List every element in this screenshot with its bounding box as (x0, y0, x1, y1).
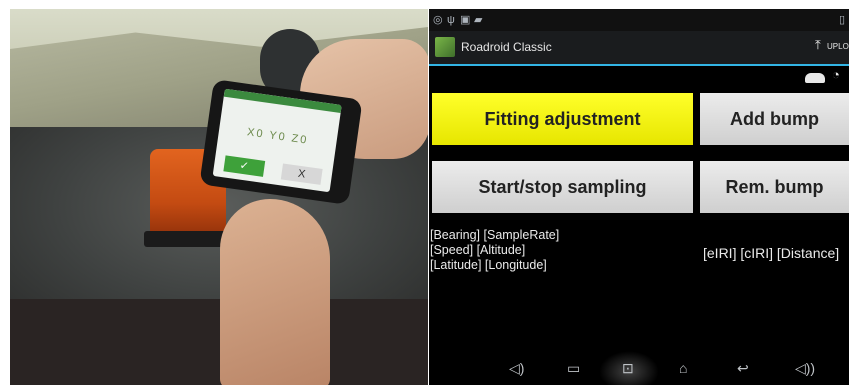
phone-screen: X0 Y0 Z0 ✓ X (212, 88, 342, 193)
start-stop-sampling-button[interactable]: Start/stop sampling (432, 161, 693, 213)
dashboard-lower (10, 299, 428, 385)
app-logo-icon (435, 37, 455, 57)
recent-apps-icon[interactable]: ▭ (567, 359, 580, 377)
dashboard-photo: X0 Y0 Z0 ✓ X (10, 9, 428, 385)
android-screen: ◎ ψ ▣ ▰ ▯ Roadroid Classic ⤒ UPLO ◔ Fitt… (429, 9, 849, 385)
upload-icon[interactable]: ⤒ (815, 37, 821, 53)
volume-down-icon[interactable]: ◁) (509, 359, 524, 377)
phone-dialog-buttons: ✓ X (223, 155, 323, 185)
usb-icon: ψ (447, 14, 455, 26)
battery-icon: ▯ (839, 14, 846, 26)
lower-hand (220, 199, 330, 385)
beacon-base (144, 231, 232, 247)
speed-altitude-text: [Speed] [Altitude] (430, 243, 526, 257)
home-icon[interactable]: ⌂ (679, 359, 687, 377)
mounted-phone: X0 Y0 Z0 ✓ X (199, 79, 363, 205)
iri-distance-text: [eIRI] [cIRI] [Distance] (703, 245, 840, 261)
notification-icon: ▰ (474, 14, 483, 26)
phone-cancel-button: X (280, 163, 323, 185)
navigation-bar: ◁) ▭ ⊡ ⌂ ↩ ◁)) (429, 351, 849, 385)
fitting-adjustment-button[interactable]: Fitting adjustment (432, 93, 693, 145)
app-title: Roadroid Classic (461, 40, 552, 54)
volume-up-icon[interactable]: ◁)) (795, 359, 815, 377)
action-bar: Roadroid Classic ⤒ UPLO (429, 31, 849, 66)
status-bar: ◎ ψ ▣ ▰ ▯ (429, 9, 849, 31)
bearing-samplerate-text: [Bearing] [SampleRate] (430, 228, 560, 242)
phone-ok-button: ✓ (223, 155, 266, 177)
back-icon[interactable]: ↩ (737, 359, 749, 377)
location-icon: ◎ (433, 14, 443, 26)
sensor-info-panel: [Bearing] [SampleRate] [Speed] [Altitude… (430, 228, 559, 273)
add-bump-button[interactable]: Add bump (700, 93, 849, 145)
screenshot-icon[interactable]: ⊡ (622, 359, 634, 377)
upload-button-label[interactable]: UPLO (827, 42, 849, 51)
image-icon: ▣ (460, 14, 471, 26)
signal-icon: ◔ (832, 67, 840, 82)
rem-bump-button[interactable]: Rem. bump (700, 161, 849, 213)
latitude-longitude-text: [Latitude] [Longitude] (430, 258, 547, 272)
car-icon (805, 73, 825, 83)
